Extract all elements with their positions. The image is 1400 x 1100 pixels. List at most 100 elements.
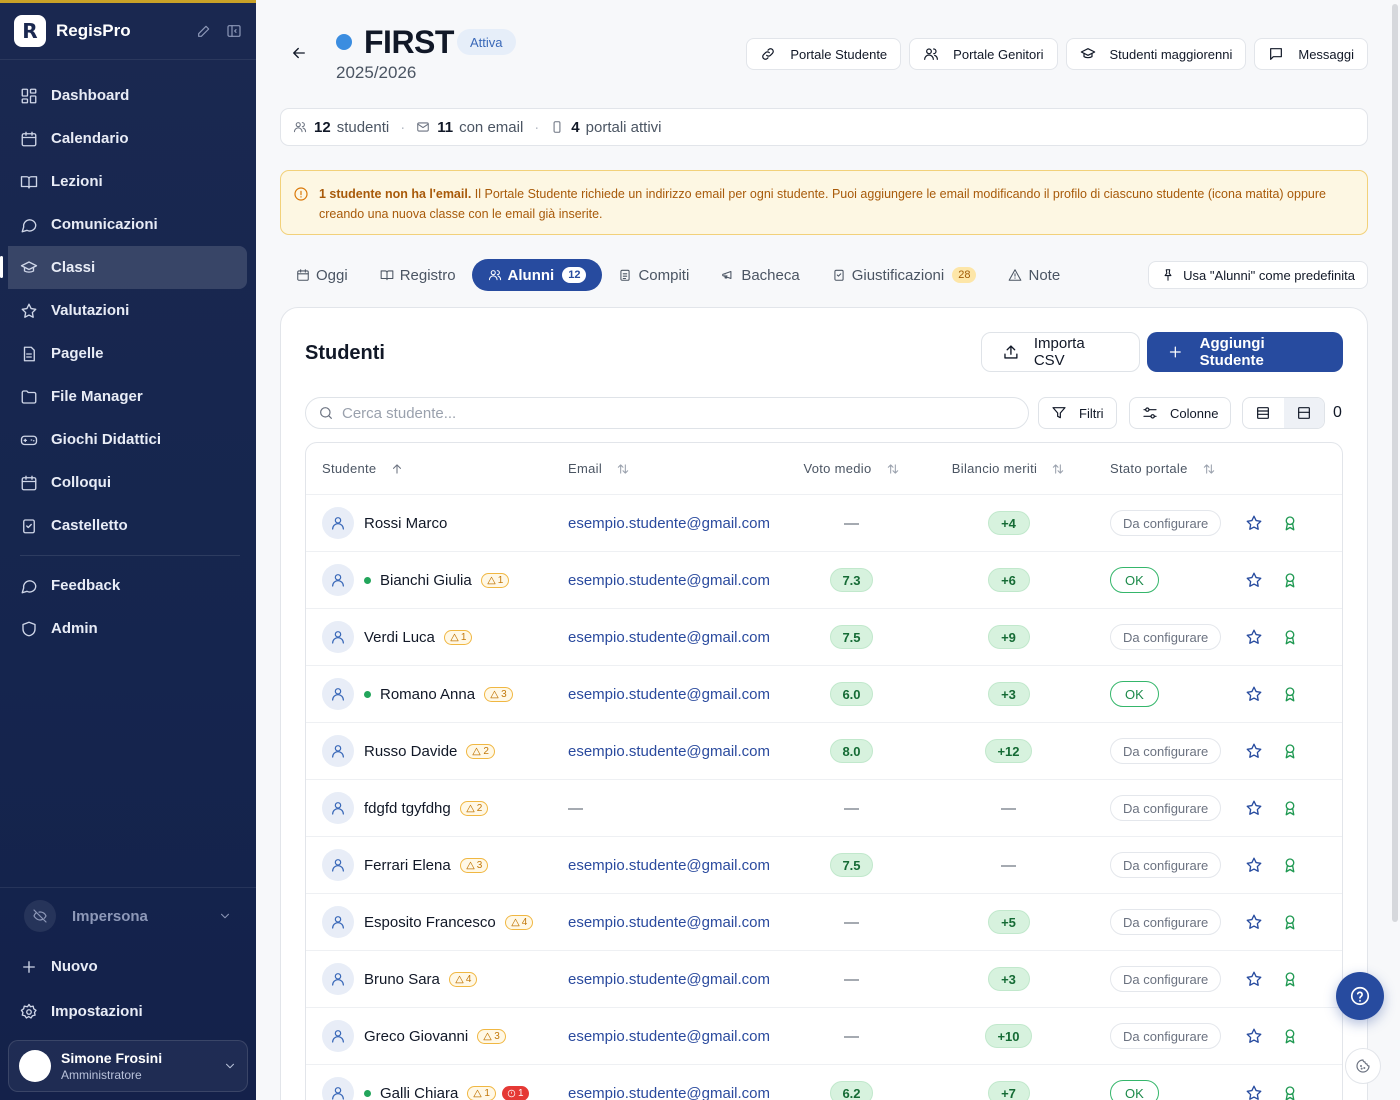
- warning-badge[interactable]: 3: [477, 1028, 506, 1044]
- portal-status-badge[interactable]: OK: [1110, 681, 1159, 707]
- portal-status-badge[interactable]: OK: [1110, 567, 1159, 593]
- app-logo[interactable]: R: [14, 15, 46, 47]
- star-icon[interactable]: [1245, 856, 1263, 874]
- sidebar-item-lezioni[interactable]: Lezioni: [0, 160, 247, 203]
- list-view-button[interactable]: [1243, 398, 1284, 428]
- warning-badge[interactable]: 4: [504, 914, 534, 930]
- email-cell[interactable]: esempio.studente@gmail.com: [553, 1085, 773, 1100]
- warning-badge[interactable]: 1: [467, 1085, 496, 1100]
- back-arrow-icon[interactable]: [290, 44, 308, 62]
- star-icon[interactable]: [1245, 1027, 1263, 1045]
- sidebar-item-feedback[interactable]: Feedback: [0, 564, 247, 607]
- student-name[interactable]: Romano Anna: [380, 686, 475, 703]
- sidebar-item-file-manager[interactable]: File Manager: [0, 375, 247, 418]
- page-scrollbar[interactable]: [1392, 4, 1398, 922]
- portal-status-badge[interactable]: Da configurare: [1110, 1023, 1222, 1049]
- student-name[interactable]: Verdi Luca: [364, 629, 435, 646]
- star-icon[interactable]: [1245, 685, 1263, 703]
- add-student-button[interactable]: Aggiungi Studente: [1147, 332, 1343, 372]
- star-icon[interactable]: [1245, 571, 1263, 589]
- award-icon[interactable]: [1281, 1084, 1299, 1100]
- student-name[interactable]: Galli Chiara: [380, 1085, 458, 1100]
- student-name[interactable]: Esposito Francesco: [364, 914, 496, 931]
- warning-badge[interactable]: 3: [459, 857, 489, 873]
- columns-button[interactable]: Colonne: [1129, 397, 1232, 429]
- warning-badge[interactable]: 1: [480, 572, 510, 588]
- award-icon[interactable]: [1281, 1027, 1299, 1045]
- student-name[interactable]: Rossi Marco: [364, 515, 447, 532]
- tab-bacheca[interactable]: Bacheca: [705, 259, 815, 291]
- search-input[interactable]: Cerca studente...: [305, 397, 1029, 429]
- col-header-merit[interactable]: Bilancio meriti: [930, 461, 1087, 476]
- portal-status-badge[interactable]: Da configurare: [1110, 624, 1222, 650]
- award-icon[interactable]: [1281, 856, 1299, 874]
- student-name[interactable]: fdgfd tgyfdhg: [364, 800, 451, 817]
- email-cell[interactable]: esempio.studente@gmail.com: [553, 686, 773, 703]
- col-header-email[interactable]: Email: [553, 461, 773, 476]
- tab-compiti[interactable]: Compiti: [602, 259, 705, 291]
- portal-status-badge[interactable]: OK: [1110, 1080, 1159, 1100]
- settings-link[interactable]: Impostazioni: [0, 989, 256, 1034]
- table-row[interactable]: Rossi Marco esempio.studente@gmail.com — +4…: [306, 495, 1342, 552]
- star-icon[interactable]: [1245, 913, 1263, 931]
- compact-view-button[interactable]: [1283, 398, 1324, 428]
- import-csv-button[interactable]: Importa CSV: [981, 332, 1140, 372]
- star-icon[interactable]: [1245, 799, 1263, 817]
- email-cell[interactable]: esempio.studente@gmail.com: [553, 857, 773, 874]
- star-icon[interactable]: [1245, 1084, 1263, 1100]
- collapse-sidebar-icon[interactable]: [226, 23, 242, 39]
- student-name[interactable]: Greco Giovanni: [364, 1028, 468, 1045]
- set-default-tab-button[interactable]: Usa "Alunni" come predefinita: [1148, 261, 1368, 289]
- award-icon[interactable]: [1281, 970, 1299, 988]
- student-portal-button[interactable]: Portale Studente: [746, 38, 902, 70]
- sidebar-item-dashboard[interactable]: Dashboard: [0, 74, 247, 117]
- table-row[interactable]: Galli Chiara 1 1 esempio.studente@gmail.com…: [306, 1065, 1342, 1100]
- col-header-grade[interactable]: Voto medio: [773, 461, 930, 476]
- award-icon[interactable]: [1281, 799, 1299, 817]
- portal-status-badge[interactable]: Da configurare: [1110, 510, 1222, 536]
- new-button[interactable]: Nuovo: [0, 944, 256, 989]
- star-icon[interactable]: [1245, 742, 1263, 760]
- sidebar-item-valutazioni[interactable]: Valutazioni: [0, 289, 247, 332]
- sidebar-item-colloqui[interactable]: Colloqui: [0, 461, 247, 504]
- sidebar-item-admin[interactable]: Admin: [0, 607, 247, 650]
- table-row[interactable]: Bianchi Giulia 1 esempio.studente@gmail.co…: [306, 552, 1342, 609]
- tab-alunni[interactable]: Alunni 12: [471, 259, 603, 291]
- star-icon[interactable]: [1245, 628, 1263, 646]
- sidebar-item-pagelle[interactable]: Pagelle: [0, 332, 247, 375]
- tab-oggi[interactable]: Oggi: [280, 259, 364, 291]
- pencil-icon[interactable]: [196, 23, 212, 39]
- email-cell[interactable]: esempio.studente@gmail.com: [553, 572, 773, 589]
- email-cell[interactable]: esempio.studente@gmail.com: [553, 629, 773, 646]
- warning-badge[interactable]: 1: [443, 629, 473, 645]
- email-cell[interactable]: esempio.studente@gmail.com: [553, 743, 773, 760]
- portal-status-badge[interactable]: Da configurare: [1110, 738, 1222, 764]
- warning-badge[interactable]: 2: [466, 743, 495, 759]
- alert-badge[interactable]: 1: [501, 1085, 529, 1100]
- student-name[interactable]: Bianchi Giulia: [380, 572, 472, 589]
- portal-status-badge[interactable]: Da configurare: [1110, 795, 1222, 821]
- table-row[interactable]: Ferrari Elena 3 esempio.studente@gmail.com…: [306, 837, 1342, 894]
- sidebar-item-comunicazioni[interactable]: Comunicazioni: [0, 203, 247, 246]
- portal-status-badge[interactable]: Da configurare: [1110, 909, 1222, 935]
- table-row[interactable]: Verdi Luca 1 esempio.studente@gmail.com 7.5…: [306, 609, 1342, 666]
- sidebar-item-castelletto[interactable]: Castelletto: [0, 504, 247, 547]
- user-menu[interactable]: Simone Frosini Amministratore: [8, 1040, 248, 1092]
- tab-registro[interactable]: Registro: [364, 259, 472, 291]
- award-icon[interactable]: [1281, 685, 1299, 703]
- warning-badge[interactable]: 3: [484, 686, 513, 702]
- star-icon[interactable]: [1245, 514, 1263, 532]
- sidebar-item-calendario[interactable]: Calendario: [0, 117, 247, 160]
- student-name[interactable]: Russo Davide: [364, 743, 457, 760]
- tab-giustificazioni[interactable]: Giustificazioni 28: [816, 259, 993, 291]
- star-icon[interactable]: [1245, 970, 1263, 988]
- portal-status-badge[interactable]: Da configurare: [1110, 852, 1222, 878]
- student-name[interactable]: Bruno Sara: [364, 971, 440, 988]
- filters-button[interactable]: Filtri: [1038, 397, 1117, 429]
- table-row[interactable]: Bruno Sara 4 esempio.studente@gmail.com — +3…: [306, 951, 1342, 1008]
- table-row[interactable]: Greco Giovanni 3 esempio.studente@gmail.co…: [306, 1008, 1342, 1065]
- warning-badge[interactable]: 2: [459, 800, 489, 816]
- table-row[interactable]: Romano Anna 3 esempio.studente@gmail.com 6.…: [306, 666, 1342, 723]
- sidebar-item-classi[interactable]: Classi: [0, 246, 247, 289]
- cookie-settings-button[interactable]: [1345, 1048, 1381, 1084]
